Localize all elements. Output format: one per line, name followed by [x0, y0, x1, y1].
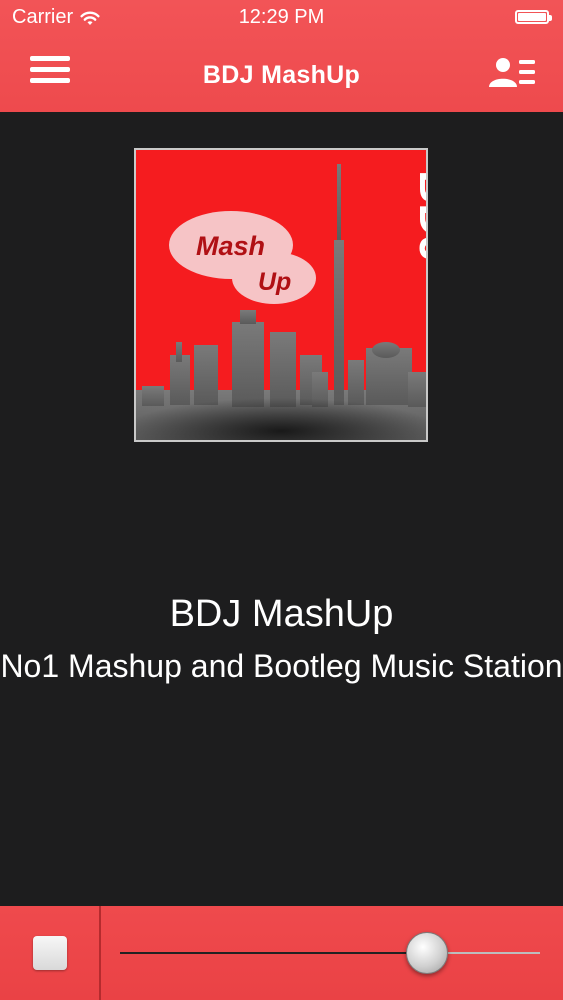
status-bar: Carrier 12:29 PM [0, 0, 563, 36]
top-bar: Carrier 12:29 PM BDJ MashUp [0, 0, 563, 112]
player-bar [0, 906, 563, 1000]
slider-track-filled [120, 952, 427, 954]
bubble-text-mash: Mash [196, 231, 265, 261]
battery-icon [515, 10, 552, 24]
stop-icon[interactable] [33, 936, 67, 970]
volume-slider[interactable] [120, 932, 540, 974]
profile-list-icon[interactable] [489, 56, 537, 90]
artwork-image: Mash Up BDJ [136, 150, 426, 440]
bubble-text-up: Up [258, 268, 291, 296]
slider-thumb[interactable] [406, 932, 448, 974]
page-title: BDJ MashUp [202, 61, 361, 89]
station-description: No1 Mashup and Bootleg Music Station [0, 648, 563, 684]
bdj-logo-text: BDJ [410, 170, 426, 262]
station-name: BDJ MashUp [169, 593, 394, 635]
status-time: 12:29 PM [238, 6, 325, 28]
stop-button-area [0, 906, 101, 1000]
navigation-bar: BDJ MashUp [0, 36, 563, 112]
station-artwork: Mash Up BDJ [134, 148, 428, 442]
